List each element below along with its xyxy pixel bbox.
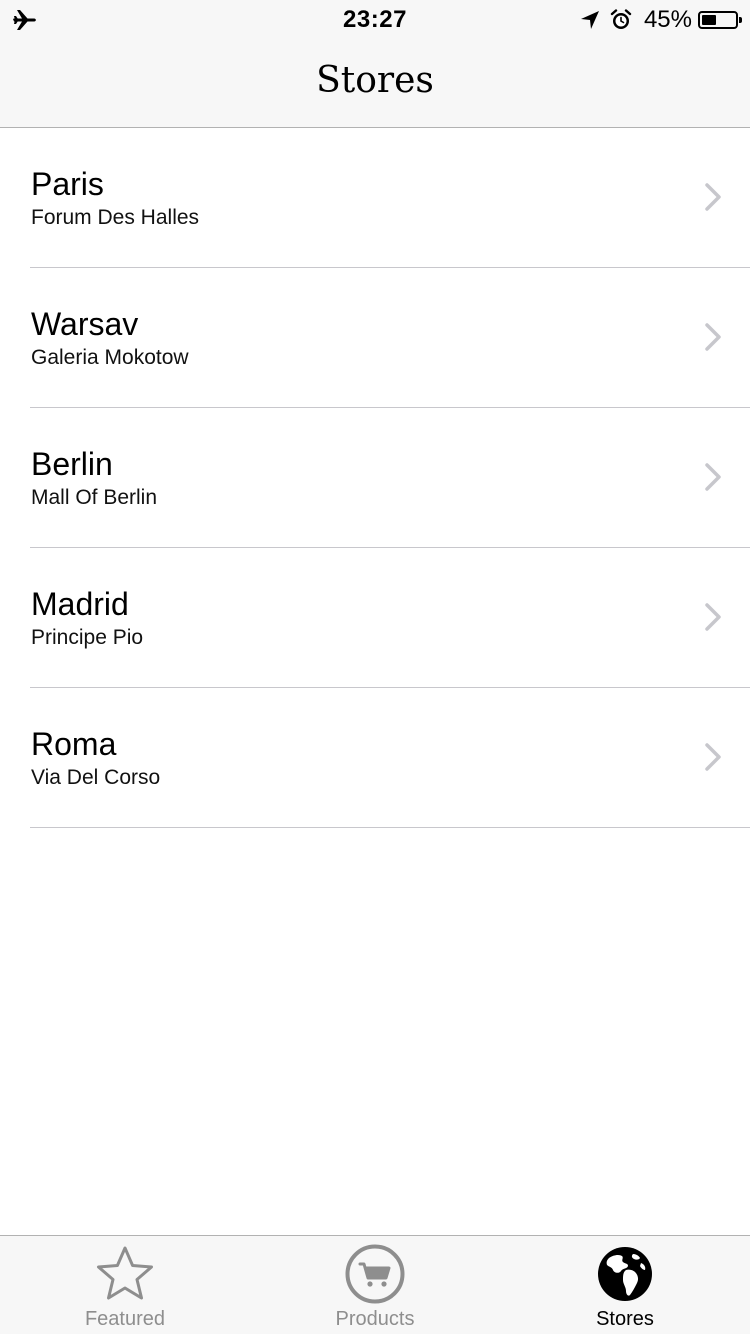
navigation-bar: Stores (0, 40, 750, 128)
chevron-right-icon (705, 603, 721, 631)
tab-stores[interactable]: Stores (500, 1236, 750, 1335)
page-title: Stores (316, 60, 434, 101)
store-row-berlin[interactable]: Berlin Mall Of Berlin (0, 408, 750, 548)
row-separator (30, 827, 750, 828)
chevron-right-icon (705, 323, 721, 351)
store-city: Paris (31, 166, 104, 202)
store-list: Paris Forum Des Halles Warsav Galeria Mo… (0, 128, 750, 828)
store-row-warsav[interactable]: Warsav Galeria Mokotow (0, 268, 750, 408)
star-icon (97, 1246, 153, 1300)
alarm-icon (610, 9, 632, 29)
tab-label: Stores (596, 1308, 654, 1330)
globe-icon (598, 1247, 652, 1301)
battery-nub (739, 17, 742, 23)
battery-percent: 45% (643, 6, 692, 33)
store-mall: Galeria Mokotow (31, 346, 189, 369)
tab-label: Featured (84, 1308, 166, 1330)
cart-icon (345, 1244, 405, 1304)
store-mall: Principe Pio (31, 626, 144, 649)
status-bar: 23:27 45% (0, 0, 750, 40)
chevron-right-icon (705, 463, 721, 491)
store-city: Madrid (31, 586, 129, 622)
store-mall: Mall Of Berlin (31, 486, 158, 509)
tab-label: Products (335, 1308, 415, 1330)
tab-bar: Featured Products Stores (0, 1235, 750, 1334)
store-row-roma[interactable]: Roma Via Del Corso (0, 688, 750, 828)
store-row-paris[interactable]: Paris Forum Des Halles (0, 128, 750, 268)
tab-featured[interactable]: Featured (0, 1236, 250, 1335)
store-city: Berlin (31, 446, 113, 482)
status-right-group: 45% (580, 6, 742, 34)
location-arrow-icon (580, 11, 599, 29)
store-city: Warsav (31, 306, 139, 342)
battery-fill (702, 15, 716, 25)
store-mall: Via Del Corso (31, 766, 161, 789)
store-mall: Forum Des Halles (31, 206, 200, 229)
store-city: Roma (31, 726, 117, 762)
tab-products[interactable]: Products (250, 1236, 500, 1335)
chevron-right-icon (705, 743, 721, 771)
battery-icon (698, 11, 742, 29)
store-row-madrid[interactable]: Madrid Principe Pio (0, 548, 750, 688)
chevron-right-icon (705, 183, 721, 211)
